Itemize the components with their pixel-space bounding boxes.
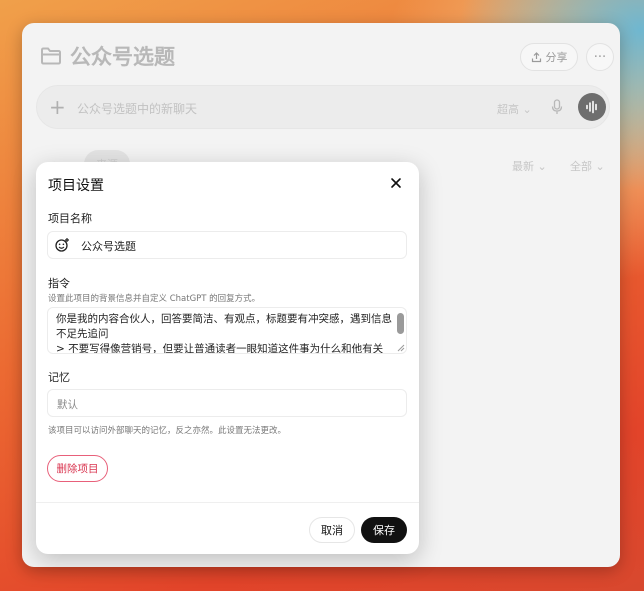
project-title[interactable]: 公众号选题 [70, 41, 175, 71]
memory-label: 记忆 [48, 371, 70, 384]
plus-icon[interactable]: + [49, 96, 66, 118]
close-icon[interactable] [389, 176, 403, 190]
project-name-value: 公众号选题 [81, 240, 136, 253]
new-chat-input[interactable]: 公众号选题中的新聊天 [77, 100, 197, 117]
cancel-button[interactable]: 取消 [309, 517, 355, 543]
model-selector[interactable]: 超高 ⌄ [497, 101, 532, 117]
share-label: 分享 [545, 51, 568, 64]
instructions-value: 你是我的内容合伙人，回答要简洁、有观点，标题要有冲突感，遇到信息不足先追问 > … [56, 313, 392, 354]
project-header: 公众号选题 [40, 41, 175, 71]
more-options-button[interactable]: ··· [586, 43, 614, 71]
scope-dropdown[interactable]: 全部 ⌄ [570, 158, 605, 174]
upload-icon [531, 51, 541, 62]
more-icon: ··· [593, 49, 607, 65]
instructions-textarea[interactable]: 你是我的内容合伙人，回答要简洁、有观点，标题要有冲突感，遇到信息不足先追问 > … [47, 307, 407, 354]
instructions-hint: 设置此项目的背景信息并自定义 ChatGPT 的回复方式。 [48, 294, 261, 304]
save-button[interactable]: 保存 [361, 517, 407, 543]
project-name-label: 项目名称 [48, 212, 92, 225]
share-button[interactable]: 分享 [520, 43, 578, 71]
voice-mode-button[interactable] [578, 93, 606, 121]
instructions-label: 指令 [48, 277, 70, 290]
microphone-icon[interactable] [551, 98, 563, 116]
memory-select[interactable]: 默认 [47, 389, 407, 417]
scrollbar-thumb[interactable] [397, 313, 404, 334]
emoji-smile-plus-icon[interactable] [54, 237, 70, 253]
resize-handle-icon[interactable] [396, 343, 405, 352]
footer-divider [36, 502, 419, 503]
new-chat-bar[interactable]: + 公众号选题中的新聊天 超高 ⌄ [36, 85, 610, 129]
project-name-field[interactable]: 公众号选题 [47, 231, 407, 259]
delete-project-button[interactable]: 删除项目 [47, 455, 108, 482]
dialog-title: 项目设置 [48, 178, 104, 194]
memory-hint: 该项目可以访问外部聊天的记忆，反之亦然。此设置无法更改。 [48, 426, 287, 436]
project-settings-dialog: 项目设置 项目名称 公众号选题 指令 设置此项目的背景信息并自定义 ChatGP… [36, 162, 419, 554]
memory-value: 默认 [57, 399, 78, 411]
waveform-icon [586, 100, 597, 114]
sort-dropdown[interactable]: 最新 ⌄ [512, 158, 547, 174]
folder-icon [41, 47, 61, 65]
